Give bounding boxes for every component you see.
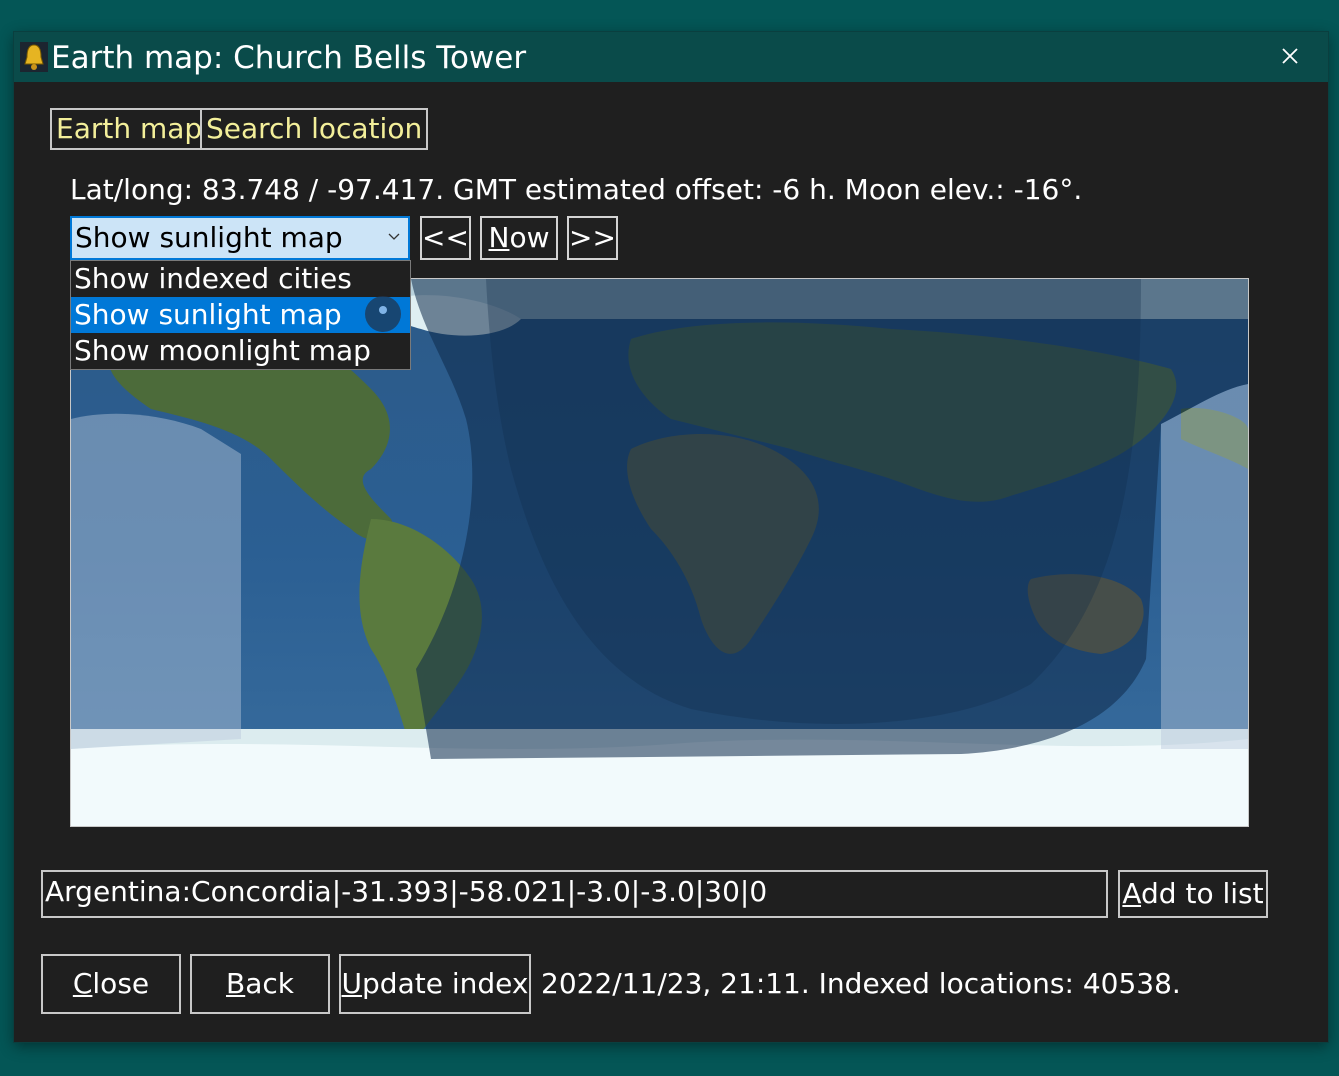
next-button[interactable]: >>	[567, 216, 618, 260]
bell-icon	[20, 42, 48, 72]
previous-button[interactable]: <<	[420, 216, 471, 260]
chevron-down-icon	[388, 233, 400, 240]
now-button[interactable]: Now	[480, 216, 558, 260]
tab-earth-map[interactable]: Earth map	[50, 108, 209, 150]
now-button-accel: N	[488, 221, 510, 254]
add-button-label: dd to list	[1141, 877, 1264, 910]
option-show-moonlight-map[interactable]: Show moonlight map	[71, 333, 410, 369]
location-info-text: Lat/long: 83.748 / -97.417. GMT estimate…	[70, 173, 1083, 206]
update-button-label: pdate index	[362, 967, 529, 1000]
back-button[interactable]: Back	[190, 954, 330, 1014]
back-button-label: ack	[245, 967, 294, 1000]
close-button[interactable]: Close	[41, 954, 181, 1014]
window-title: Earth map: Church Bells Tower	[51, 40, 527, 76]
status-text: 2022/11/23, 21:11. Indexed locations: 40…	[541, 967, 1181, 1000]
close-button-label: lose	[92, 967, 150, 1000]
close-icon[interactable]	[1280, 46, 1300, 66]
title-bar[interactable]: Earth map: Church Bells Tower	[14, 32, 1328, 82]
update-index-button[interactable]: Update index	[339, 954, 531, 1014]
earth-map-window: Earth map: Church Bells Tower Earth map …	[14, 32, 1328, 1042]
add-to-list-button[interactable]: Add to list	[1118, 870, 1268, 918]
map-mode-dropdown-list: Show indexed cities Show sunlight map Sh…	[70, 260, 411, 370]
map-mode-select[interactable]: Show sunlight map	[70, 216, 410, 260]
option-show-sunlight-map[interactable]: Show sunlight map	[71, 297, 410, 333]
location-entry-field[interactable]: Argentina:Concordia|-31.393|-58.021|-3.0…	[41, 870, 1108, 918]
option-show-indexed-cities[interactable]: Show indexed cities	[71, 261, 410, 297]
tab-search-location[interactable]: Search location	[200, 108, 429, 150]
map-mode-selected-value: Show sunlight map	[75, 221, 343, 254]
update-button-accel: U	[341, 967, 363, 1000]
now-button-label: ow	[509, 221, 550, 254]
close-button-accel: C	[72, 967, 93, 1000]
touch-cursor-icon	[365, 296, 401, 332]
add-button-accel: A	[1122, 877, 1142, 910]
back-button-accel: B	[226, 967, 246, 1000]
